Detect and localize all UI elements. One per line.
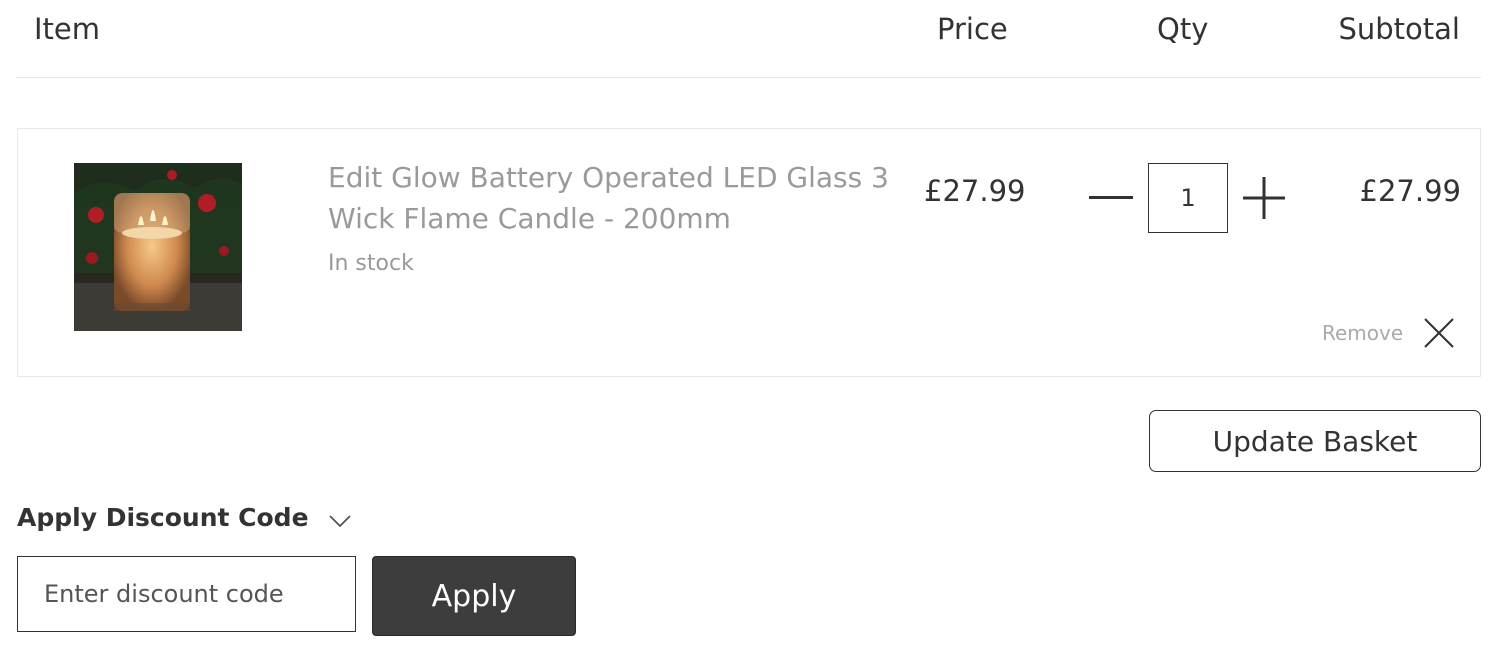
apply-discount-button[interactable]: Apply: [372, 556, 576, 636]
header-item: Item: [34, 12, 101, 46]
remove-item-button[interactable]: Remove: [1322, 317, 1455, 349]
header-subtotal: Subtotal: [1338, 12, 1460, 46]
minus-icon: [1089, 196, 1133, 199]
plus-icon: [1243, 177, 1285, 219]
header-qty: Qty: [1157, 12, 1209, 46]
product-name[interactable]: Edit Glow Battery Operated LED Glass 3 W…: [328, 157, 898, 239]
stock-status: In stock: [328, 251, 414, 276]
cart-item-row: Edit Glow Battery Operated LED Glass 3 W…: [17, 128, 1481, 377]
chevron-down-icon: [328, 514, 351, 527]
discount-code-toggle[interactable]: Apply Discount Code: [17, 503, 351, 532]
close-icon: [1424, 318, 1454, 348]
decrease-quantity-button[interactable]: [1088, 175, 1134, 221]
header-price: Price: [937, 12, 1008, 46]
item-subtotal: £27.99: [1359, 174, 1461, 208]
discount-code-input[interactable]: [17, 556, 356, 632]
candle-photo-icon: [74, 163, 242, 331]
discount-title: Apply Discount Code: [17, 503, 309, 532]
increase-quantity-button[interactable]: [1241, 175, 1287, 221]
product-image[interactable]: [74, 163, 242, 331]
cart-table-header: Item Price Qty Subtotal: [16, 0, 1481, 78]
quantity-input[interactable]: [1148, 163, 1228, 233]
update-basket-button[interactable]: Update Basket: [1149, 410, 1481, 472]
remove-label: Remove: [1322, 321, 1404, 345]
item-price: £27.99: [924, 174, 1026, 208]
